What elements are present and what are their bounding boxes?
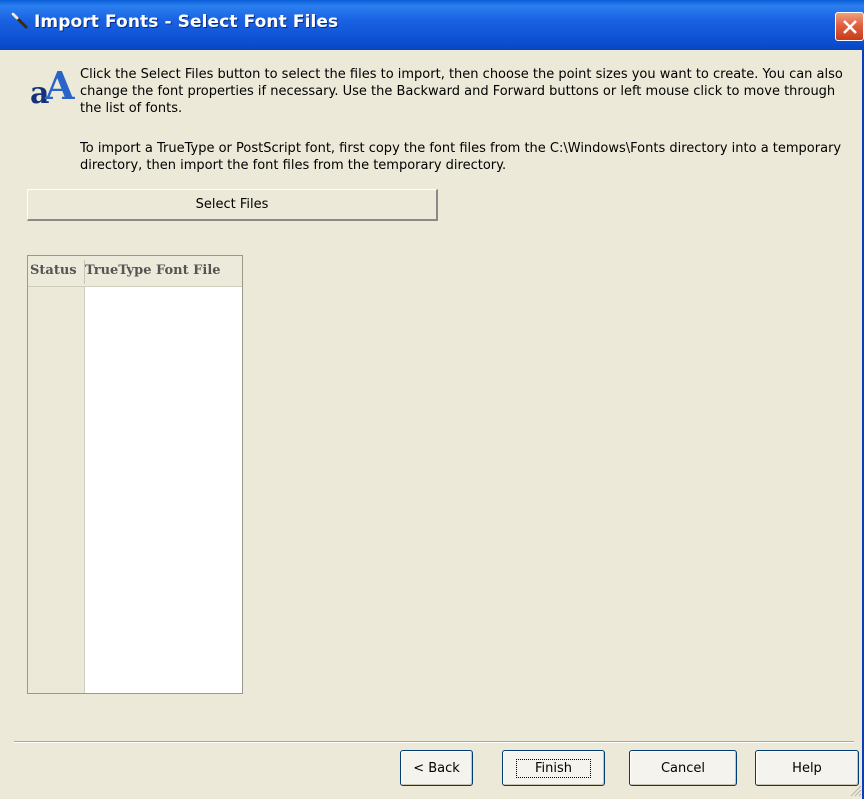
resize-grip-icon[interactable] [848, 783, 862, 797]
column-header-status[interactable]: Status [30, 256, 84, 286]
font-file-list[interactable]: Status TrueType Font File [27, 255, 243, 694]
back-button[interactable]: < Back [400, 750, 473, 786]
column-header-font-file[interactable]: TrueType Font File [85, 256, 242, 286]
close-icon [843, 20, 857, 34]
wizard-wand-icon [11, 12, 28, 29]
window-title: Import Fonts - Select Font Files [34, 12, 339, 32]
font-app-icon: a A [30, 63, 75, 107]
truetype-note-text: To import a TrueType or PostScript font,… [80, 141, 842, 173]
finish-button-label: Finish [515, 758, 591, 778]
list-header: Status TrueType Font File [28, 256, 242, 287]
svg-text:A: A [44, 63, 75, 107]
select-files-button[interactable]: Select Files [27, 189, 438, 221]
footer-divider [14, 741, 854, 743]
title-bar[interactable]: Import Fonts - Select Font Files [0, 0, 864, 50]
import-fonts-dialog: Import Fonts - Select Font Files a A Cli… [0, 0, 864, 799]
help-button[interactable]: Help [755, 750, 859, 786]
cancel-button[interactable]: Cancel [629, 750, 737, 786]
instructions-text: Click the Select Files button to select … [80, 67, 843, 116]
status-column-body [28, 287, 85, 693]
finish-button[interactable]: Finish [502, 750, 605, 786]
close-button[interactable] [835, 12, 864, 41]
